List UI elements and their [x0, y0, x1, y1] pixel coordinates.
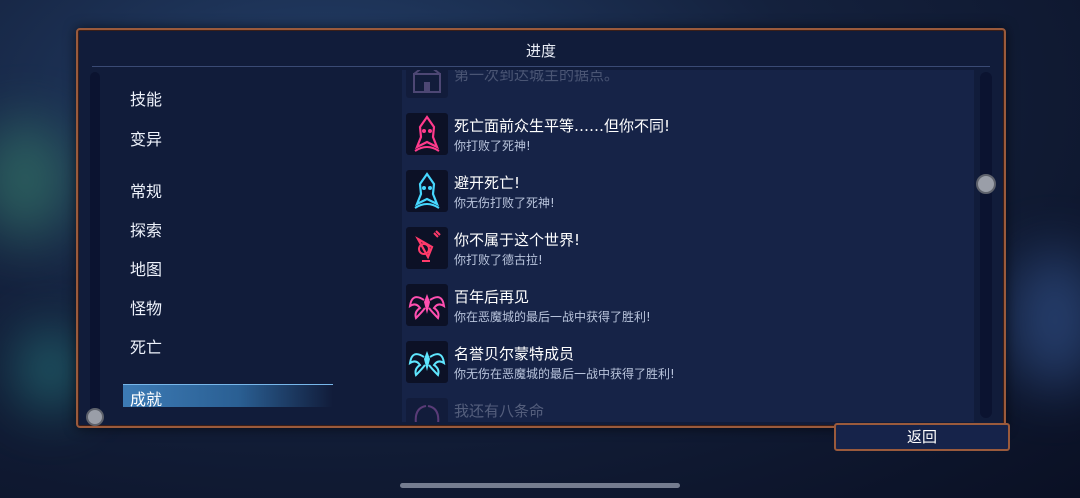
dracula-goblet-icon	[406, 227, 448, 269]
category-scroll-knob[interactable]	[86, 408, 104, 426]
panel-title: 进度	[525, 42, 556, 60]
background-glow	[0, 120, 70, 240]
wings-icon	[406, 398, 448, 422]
achievement-title: 死亡面前众生平等……但你不同!	[454, 117, 671, 135]
divider	[92, 66, 990, 67]
home-indicator[interactable]	[400, 483, 680, 488]
achievement-desc: 你打败了死神!	[454, 139, 531, 153]
achievement-list[interactable]: 第一次到达城主的据点。 死亡面前众生平等……但你不同! 你打败了死神! 避开死亡…	[402, 70, 974, 422]
achievement-row[interactable]: 百年后再见 你在恶魔城的最后一战中获得了胜利!	[402, 280, 974, 332]
achievement-desc: 你无伤在恶魔城的最后一战中获得了胜利!	[454, 367, 675, 381]
achievement-row[interactable]: 死亡面前众生平等……但你不同! 你打败了死神!	[402, 109, 974, 161]
achievement-row[interactable]: 你不属于这个世界! 你打败了德古拉!	[402, 223, 974, 275]
progress-panel: 进度 技能 变异 常规 探索 地图 怪物 死亡 成就 第一次到达城主的据点。 死…	[76, 28, 1006, 428]
achievement-title: 避开死亡!	[454, 174, 521, 192]
back-button[interactable]: 返回	[834, 423, 1010, 451]
achievement-row[interactable]: 第一次到达城主的据点。	[402, 70, 974, 104]
achievement-title: 我还有八条命	[454, 402, 545, 420]
category-skills[interactable]: 技能	[130, 86, 162, 110]
category-achievements[interactable]: 成就	[123, 384, 333, 409]
category-death[interactable]: 死亡	[130, 334, 162, 358]
category-exploration[interactable]: 探索	[130, 217, 162, 241]
castle-icon	[406, 70, 448, 98]
category-map[interactable]: 地图	[130, 256, 162, 280]
achievement-row[interactable]: 避开死亡! 你无伤打败了死神!	[402, 166, 974, 218]
list-scroll-knob[interactable]	[976, 174, 996, 194]
list-scrollbar[interactable]	[980, 72, 992, 418]
achievement-title: 百年后再见	[454, 288, 530, 306]
achievement-desc: 你无伤打败了死神!	[454, 196, 555, 210]
achievement-title: 你不属于这个世界!	[454, 231, 581, 249]
death-skull-cyan-icon	[406, 170, 448, 212]
achievement-title: 第一次到达城主的据点。	[454, 70, 620, 84]
category-monsters[interactable]: 怪物	[130, 295, 162, 319]
background-glow	[20, 330, 80, 410]
demon-wings-cyan-icon	[406, 341, 448, 383]
category-scrollbar[interactable]	[90, 72, 100, 416]
achievement-row[interactable]: 我还有八条命	[402, 394, 974, 422]
category-achievements-label: 成就	[130, 390, 163, 409]
background-glow	[1010, 250, 1080, 390]
demon-wings-icon	[406, 284, 448, 326]
category-mutations[interactable]: 变异	[130, 126, 162, 150]
achievement-desc: 你打败了德古拉!	[454, 253, 543, 267]
achievement-desc: 你在恶魔城的最后一战中获得了胜利!	[454, 310, 651, 324]
achievement-title: 名誉贝尔蒙特成员	[454, 345, 575, 363]
category-general[interactable]: 常规	[130, 178, 162, 202]
achievement-row[interactable]: 名誉贝尔蒙特成员 你无伤在恶魔城的最后一战中获得了胜利!	[402, 337, 974, 389]
death-skull-icon	[406, 113, 448, 155]
